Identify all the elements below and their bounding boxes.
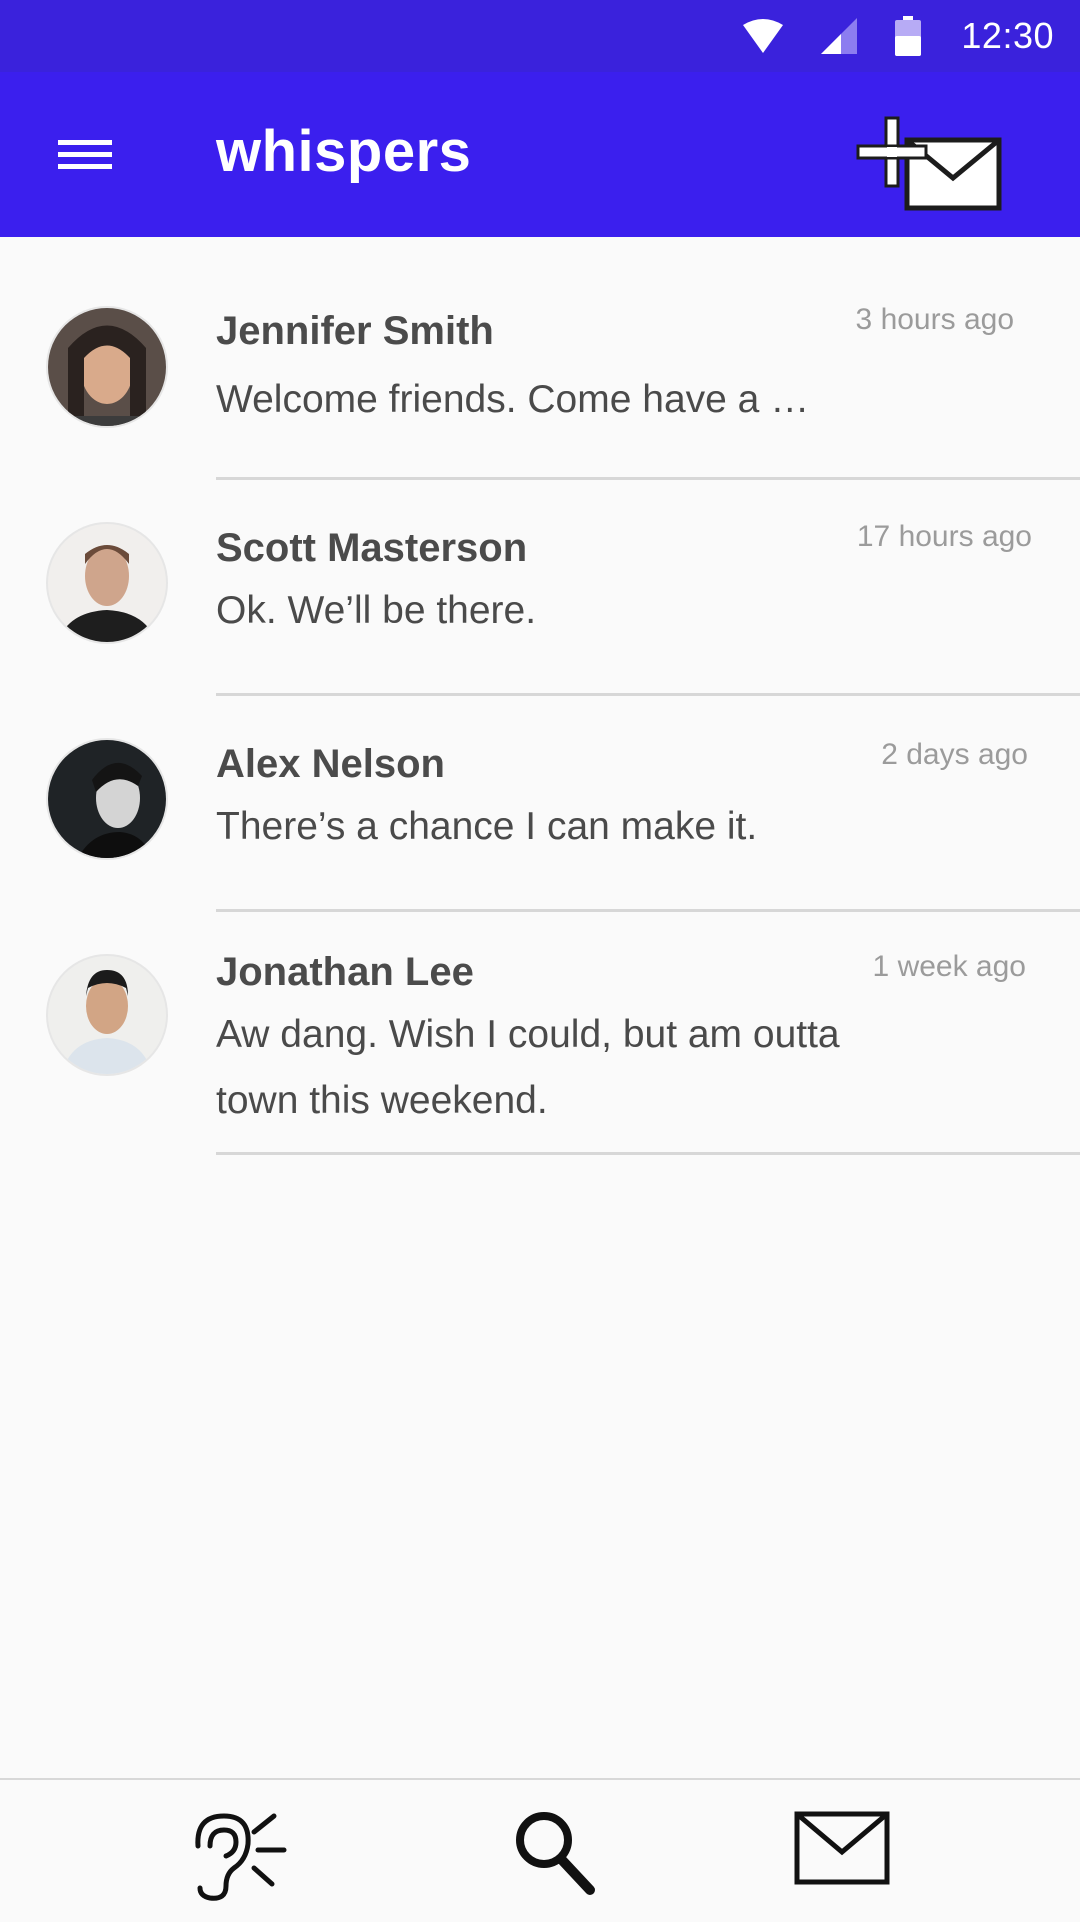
nav-messages-button[interactable]: [794, 1808, 890, 1893]
hamburger-menu-icon: [58, 140, 112, 169]
message-preview: There’s a chance I can make it.: [216, 805, 758, 848]
ear-icon: [195, 1813, 287, 1901]
avatar: [48, 956, 166, 1074]
status-bar: 12:30: [0, 0, 1080, 72]
row-divider: [216, 1152, 1080, 1155]
wifi-icon: [743, 19, 784, 53]
nav-search-button[interactable]: [512, 1808, 598, 1903]
cellular-signal-icon: [821, 18, 858, 54]
menu-button[interactable]: [46, 122, 124, 184]
conversation-row[interactable]: Scott Masterson Ok. We’ll be there. 17 h…: [0, 480, 1080, 695]
timestamp: 2 days ago: [881, 738, 1028, 771]
contact-name: Scott Masterson: [216, 526, 528, 570]
message-preview: Welcome friends. Come have a …: [216, 378, 810, 421]
avatar: [48, 308, 166, 426]
app-bar: whispers: [0, 72, 1080, 237]
message-preview: Aw dang. Wish I could, but am outta town…: [216, 1013, 840, 1122]
avatar: [48, 740, 166, 858]
conversation-row[interactable]: Alex Nelson There’s a chance I can make …: [0, 696, 1080, 911]
bottom-navigation: [0, 1778, 1080, 1922]
timestamp: 1 week ago: [872, 950, 1026, 983]
timestamp: 17 hours ago: [856, 520, 1032, 553]
status-time: 12:30: [961, 15, 1054, 56]
message-preview: Ok. We’ll be there.: [216, 589, 537, 632]
contact-name: Jonathan Lee: [216, 950, 474, 994]
nav-listen-button[interactable]: [180, 1808, 290, 1909]
avatar: [48, 524, 166, 642]
battery-icon: [895, 16, 922, 56]
contact-name: Jennifer Smith: [216, 309, 494, 353]
conversation-row[interactable]: Jonathan Lee Aw dang. Wish I could, but …: [0, 912, 1080, 1152]
timestamp: 3 hours ago: [855, 303, 1014, 336]
conversation-row[interactable]: Jennifer Smith Welcome friends. Come hav…: [0, 237, 1080, 477]
search-icon: [516, 1812, 595, 1895]
app-title: whispers: [216, 119, 472, 184]
new-message-icon: [856, 116, 1002, 211]
new-message-button[interactable]: [852, 116, 1012, 216]
contact-name: Alex Nelson: [216, 742, 445, 786]
mail-icon: [794, 1811, 890, 1885]
